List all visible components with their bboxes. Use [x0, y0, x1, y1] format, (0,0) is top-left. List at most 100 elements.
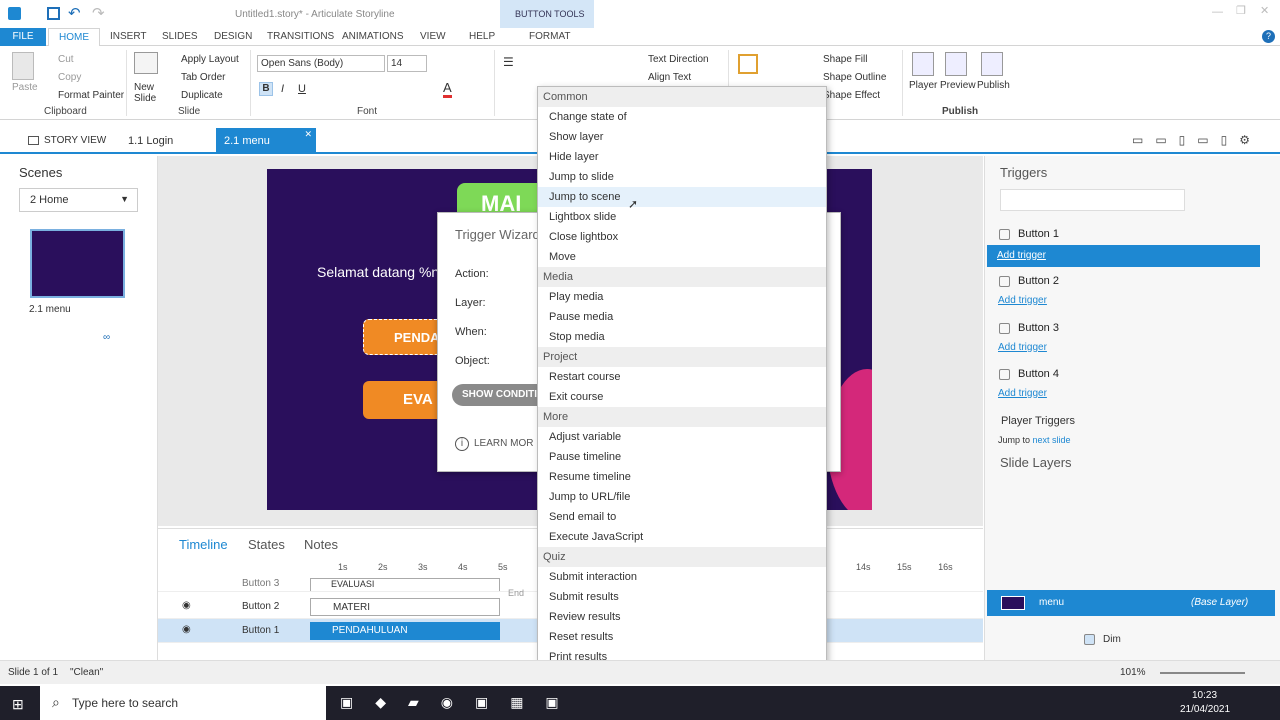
new-slide-icon[interactable]: [134, 52, 158, 74]
visibility-icon[interactable]: ◉: [182, 600, 191, 611]
taskbar-app-icons[interactable]: ▣◆▰◉▣▦▣: [340, 694, 581, 711]
menu-item[interactable]: Reset results: [538, 627, 826, 647]
zoom-slider[interactable]: [1160, 672, 1245, 674]
tab-notes[interactable]: Notes: [304, 537, 338, 552]
next-slide-link[interactable]: next slide: [1033, 435, 1071, 445]
apply-layout-button[interactable]: Apply Layout: [181, 54, 239, 65]
shape-effect-button[interactable]: Shape Effect: [823, 90, 880, 101]
cut-button[interactable]: Cut: [58, 54, 74, 65]
tab-home[interactable]: HOME: [48, 28, 100, 46]
pendahuluan-button[interactable]: PENDA: [363, 319, 443, 355]
add-trigger-link[interactable]: Add trigger: [998, 388, 1047, 399]
tab-animations[interactable]: ANIMATIONS: [342, 28, 403, 46]
player-button[interactable]: Player: [909, 80, 937, 91]
player-icon[interactable]: [912, 52, 934, 76]
new-slide-button[interactable]: New Slide: [134, 82, 160, 104]
menu-item[interactable]: Review results: [538, 607, 826, 627]
shape-outline-button[interactable]: Shape Outline: [823, 72, 886, 83]
tab-states[interactable]: States: [248, 537, 285, 552]
menu-item[interactable]: Show layer: [538, 127, 826, 147]
menu-item[interactable]: Exit course: [538, 387, 826, 407]
evaluasi-button[interactable]: EVA: [363, 381, 443, 419]
base-layer-row[interactable]: menu (Base Layer): [987, 590, 1275, 616]
menu-item[interactable]: Close lightbox: [538, 227, 826, 247]
tab-format[interactable]: FORMAT: [529, 28, 570, 46]
menu-item[interactable]: Lightbox slide: [538, 207, 826, 227]
menu-item[interactable]: Jump to slide: [538, 167, 826, 187]
duplicate-button[interactable]: Duplicate: [181, 90, 223, 101]
slide-tab-login[interactable]: 1.1 Login: [128, 135, 173, 147]
menu-item[interactable]: Restart course: [538, 367, 826, 387]
restore-icon[interactable]: ❐: [1236, 4, 1246, 17]
slide-thumbnail[interactable]: [30, 229, 125, 298]
menu-item[interactable]: Adjust variable: [538, 427, 826, 447]
tab-slides[interactable]: SLIDES: [162, 28, 198, 46]
preview-button[interactable]: Preview: [940, 80, 976, 91]
menu-item[interactable]: Resume timeline: [538, 467, 826, 487]
save-icon[interactable]: [47, 7, 60, 20]
shape-fill-button[interactable]: Shape Fill: [823, 54, 867, 65]
taskbar-search[interactable]: ⌕ Type here to search: [40, 686, 326, 720]
bullets-icon[interactable]: ☰: [503, 55, 514, 69]
menu-item[interactable]: Play media: [538, 287, 826, 307]
menu-item[interactable]: Send email to: [538, 507, 826, 527]
paste-icon[interactable]: [12, 52, 34, 80]
trigger-item[interactable]: Button 2: [999, 275, 1059, 287]
checkbox-icon[interactable]: [999, 228, 1010, 240]
tab-insert[interactable]: INSERT: [110, 28, 147, 46]
tab-file[interactable]: FILE: [0, 28, 46, 46]
checkbox-icon[interactable]: [999, 275, 1010, 287]
scene-select[interactable]: 2 Home ▼: [19, 188, 138, 212]
menu-item[interactable]: Change state of: [538, 107, 826, 127]
story-view-tab[interactable]: STORY VIEW: [28, 135, 106, 146]
learn-more-link[interactable]: i LEARN MOR: [455, 437, 533, 451]
bold-button[interactable]: B: [259, 82, 273, 96]
checkbox-icon[interactable]: [999, 368, 1010, 380]
dim-checkbox[interactable]: Dim: [1084, 634, 1121, 645]
row-bar[interactable]: MATERI: [310, 598, 500, 616]
tab-view[interactable]: VIEW: [420, 28, 446, 46]
add-trigger-link[interactable]: Add trigger: [998, 295, 1047, 306]
trigger-item[interactable]: Button 3: [999, 322, 1059, 334]
trigger-item[interactable]: Button 1: [999, 228, 1059, 240]
checkbox-icon[interactable]: [999, 322, 1010, 334]
menu-item[interactable]: Stop media: [538, 327, 826, 347]
font-size-select[interactable]: 14: [387, 55, 427, 72]
visibility-icon[interactable]: ◉: [182, 624, 191, 635]
preview-icon[interactable]: [945, 52, 967, 76]
copy-button[interactable]: Copy: [58, 72, 81, 83]
trigger-item[interactable]: Button 4: [999, 368, 1059, 380]
close-tab-icon[interactable]: ✕: [304, 129, 312, 140]
text-direction-button[interactable]: Text Direction: [648, 54, 709, 65]
tab-help[interactable]: HELP: [469, 28, 495, 46]
windows-start-icon[interactable]: ⊞: [12, 696, 24, 713]
format-painter-button[interactable]: Format Painter: [58, 90, 124, 101]
align-text-button[interactable]: Align Text: [648, 72, 691, 83]
paste-button[interactable]: Paste: [12, 82, 38, 93]
close-icon[interactable]: ✕: [1260, 4, 1269, 17]
menu-item[interactable]: Move: [538, 247, 826, 267]
slide-tab-menu[interactable]: 2.1 menu ✕: [216, 128, 316, 154]
menu-item-highlighted[interactable]: Jump to scene: [538, 187, 826, 207]
font-color-icon[interactable]: A: [443, 80, 452, 98]
add-trigger-selected[interactable]: Add trigger: [987, 245, 1260, 267]
publish-button[interactable]: Publish: [977, 80, 1010, 91]
italic-button[interactable]: I: [281, 83, 284, 95]
help-icon[interactable]: ?: [1262, 30, 1275, 43]
menu-item[interactable]: Submit results: [538, 587, 826, 607]
redo-icon[interactable]: ↷: [92, 4, 105, 22]
tab-order-button[interactable]: Tab Order: [181, 72, 225, 83]
tab-design[interactable]: DESIGN: [214, 28, 252, 46]
add-trigger-link[interactable]: Add trigger: [998, 342, 1047, 353]
menu-item[interactable]: Jump to URL/file: [538, 487, 826, 507]
tab-timeline[interactable]: Timeline: [179, 537, 228, 552]
menu-item[interactable]: Hide layer: [538, 147, 826, 167]
font-name-select[interactable]: Open Sans (Body): [257, 55, 385, 72]
undo-icon[interactable]: ↶: [68, 4, 81, 22]
publish-icon[interactable]: [981, 52, 1003, 76]
add-trigger-link[interactable]: Add trigger: [997, 250, 1046, 261]
player-trigger-item[interactable]: Jump to next slide: [998, 435, 1071, 445]
menu-item[interactable]: Pause timeline: [538, 447, 826, 467]
minimize-icon[interactable]: —: [1212, 6, 1223, 18]
tab-transitions[interactable]: TRANSITIONS: [267, 28, 334, 46]
